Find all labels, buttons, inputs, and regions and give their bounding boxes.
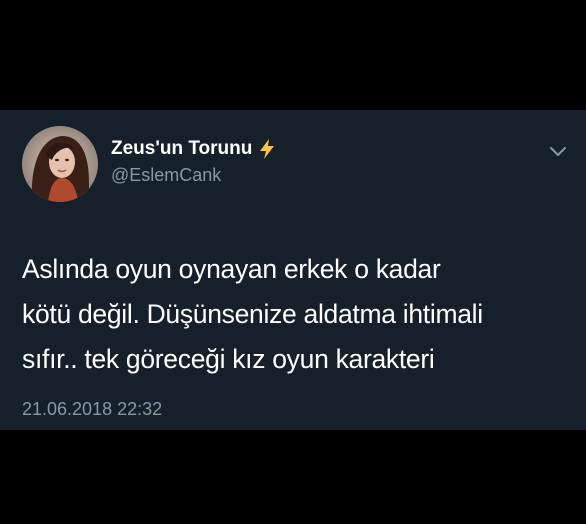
tweet-timestamp[interactable]: 21.06.2018 22:32	[22, 399, 162, 420]
display-name-row[interactable]: Zeus'un Torunu	[111, 137, 276, 161]
chevron-down-icon[interactable]	[549, 146, 567, 158]
tweet-text-line: kötü değil. Düşünsenize aldatma ihtimali	[22, 299, 483, 329]
tweet-text-line: Aslında oyun oynayan erkek o kadar	[22, 254, 441, 284]
avatar[interactable]	[22, 126, 98, 202]
tweet-text-line: sıfır.. tek göreceği kız oyun karakteri	[22, 344, 435, 374]
display-name[interactable]: Zeus'un Torunu	[111, 138, 252, 160]
tweet-text: Aslında oyun oynayan erkek o kadar kötü …	[22, 247, 582, 382]
lightning-bolt-icon	[258, 138, 276, 160]
avatar-image	[22, 126, 98, 202]
user-handle[interactable]: @EslemCank	[111, 165, 221, 186]
tweet-card: Zeus'un Torunu @EslemCank Aslında oyun o…	[0, 110, 586, 430]
